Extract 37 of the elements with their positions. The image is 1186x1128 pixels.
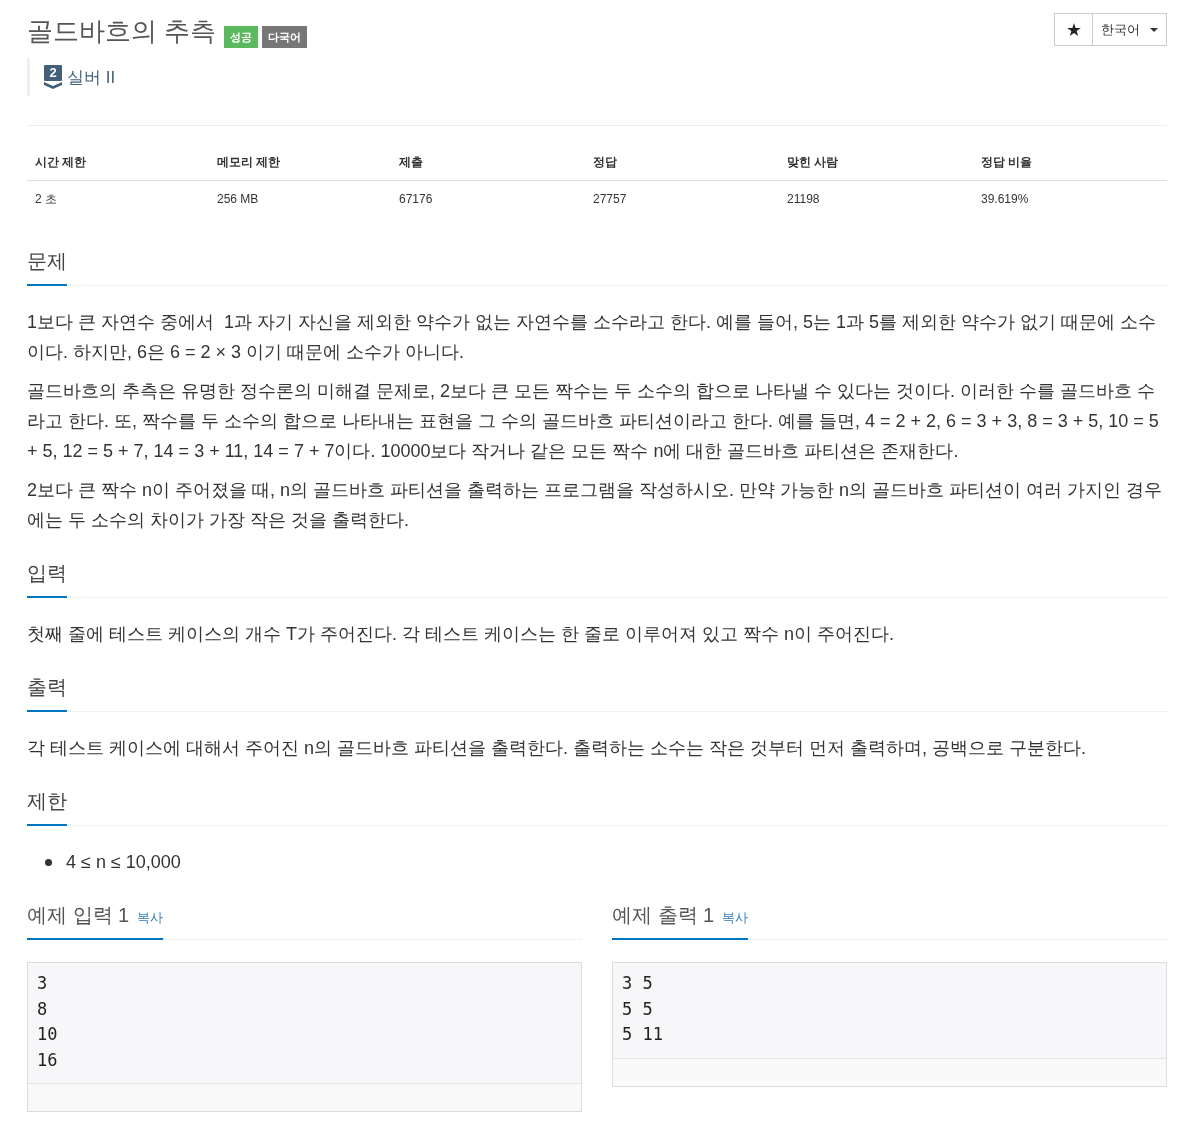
copy-link[interactable]: 복사 [137, 909, 164, 927]
column-header: 맞힌 사람 [787, 154, 839, 169]
favorite-button[interactable] [1054, 13, 1093, 46]
paragraph-text: 2보다 큰 짝수 n이 주어졌을 때, n의 골드바흐 파티션을 출력하는 프로그램을 작성하시오. 만약 가능한 n의 골드바흐 파티션이 여러 가지인 경우에는 두 소수의 차이가 가장 작은 것을 출력한다. [27, 479, 1164, 532]
table-cell: 256 MB [217, 192, 259, 206]
column-header: 정답 비율 [981, 154, 1033, 169]
column-header: 메모리 제한 [217, 154, 281, 169]
paragraph-text: 각 테스트 케이스에 대해서 주어진 n의 골드바흐 파티션을 출력한다. 출력하는 소수는 작은 것부터 먼저 출력하며, 공백으로 구분한다. [27, 737, 1088, 760]
section-heading: 제한 [27, 787, 67, 826]
tier-name[interactable]: 실버 II [67, 65, 116, 89]
table-cell: 67176 [399, 192, 433, 206]
table-cell: 21198 [787, 192, 820, 206]
bullet-icon [45, 858, 52, 866]
paragraph-text: 첫째 줄에 테스트 케이스의 개수 T가 주어진다. 각 테스트 케이스는 한 줄로 이루어져 있고 짝수 n이 주어진다. [27, 623, 896, 646]
problem-title: 골드바흐의 추측 [27, 15, 217, 48]
list-item-text: 4 ≤ n ≤ 10,000 [66, 851, 181, 874]
copy-link[interactable]: 복사 [722, 909, 749, 927]
language-dropdown[interactable]: 한국어 [1093, 13, 1167, 46]
sample-heading: 예제 출력 1 [612, 903, 715, 928]
section-heading: 입력 [27, 559, 67, 598]
column-header: 정답 [593, 154, 617, 169]
table-cell: 39.619% [981, 192, 1029, 206]
sample-code: 3 8 10 16 [28, 963, 581, 1083]
star-icon [1066, 23, 1081, 36]
sample-heading: 예제 입력 1 [27, 903, 130, 928]
section-heading: 출력 [27, 673, 67, 712]
paragraph-text: 골드바흐의 추측은 유명한 정수론의 미해결 문제로, 2보다 큰 모든 짝수는 두 소수의 합으로 나타낼 수 있다는 것이다. 이러한 수를 골드바흐 수라고 한다. 또, 짝수를 두 소수의 합으로 나타내는 표현을 그 수의 골드바흐 파티션이라고 한다. 예를 들면, 4 = 2 + 2, 6 = 3 + 3, 8 = 3 + 5, 10 = 5 + 5, 12 = 5 + 7, 14 = 3 + 11, 14 = 7 + 7이다. 10000보다 작거나 같은 모든 짝수 n에 대한 골드바흐 파티션은 존재한다. [27, 380, 1160, 463]
column-header: 제출 [399, 154, 423, 169]
tag-label: 성공 [224, 26, 259, 48]
section-heading: 문제 [27, 247, 67, 286]
sample-code: 3 5 5 5 5 11 [613, 963, 1166, 1058]
table-cell: 2 초 [35, 191, 57, 206]
column-header: 시간 제한 [35, 154, 87, 169]
table-cell: 27757 [593, 192, 627, 206]
caret-icon [1150, 27, 1158, 32]
tag-label: 다국어 [262, 26, 308, 48]
paragraph-text: 1보다 큰 자연수 중에서 1과 자기 자신을 제외한 약수가 없는 자연수를 소수라고 한다. 예를 들어, 5는 1과 5를 제외한 약수가 없기 때문에 소수이다. 하지만, 6은 6 = 2 × 3 이기 때문에 소수가 아니다. [27, 311, 1158, 364]
